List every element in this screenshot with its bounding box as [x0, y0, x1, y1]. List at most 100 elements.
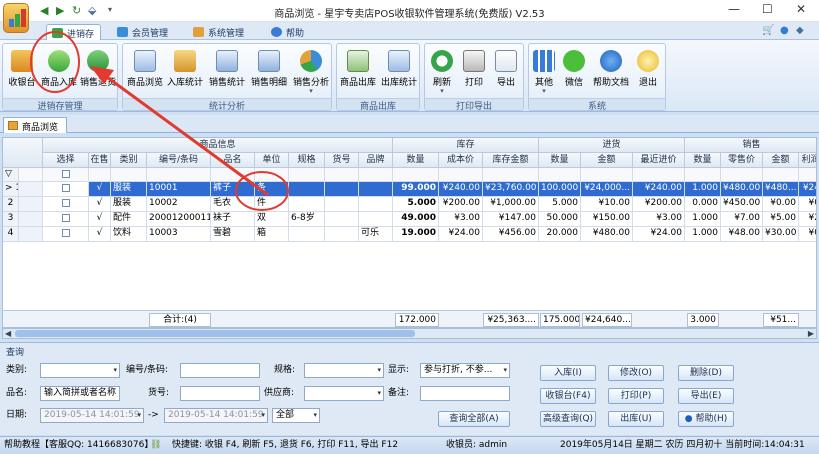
filter-cell[interactable] [255, 168, 289, 182]
date-from-input[interactable]: 2019-05-14 14:01:59 ▾ [40, 408, 144, 423]
minimize-icon[interactable]: — [728, 2, 740, 16]
column-header-stock-qty[interactable]: 数量 [393, 153, 439, 168]
edit-button[interactable]: 修改(O) [608, 365, 664, 381]
column-header-spec[interactable]: 规格 [289, 153, 325, 168]
filter-cell[interactable] [359, 168, 393, 182]
help-doc-button[interactable]: 帮助文档 [591, 47, 631, 97]
filter-cell[interactable] [43, 168, 89, 182]
horizontal-scrollbar[interactable]: ◀ ▶ [2, 328, 817, 339]
column-header-cost[interactable]: 成本价 [439, 153, 483, 168]
scroll-thumb[interactable] [15, 330, 415, 337]
column-header-in-amount[interactable]: 金额 [581, 153, 633, 168]
filter-cell[interactable] [633, 168, 685, 182]
column-header-on-sale[interactable]: 在售 [89, 153, 111, 168]
stock-in-button[interactable]: 商品入库 [39, 47, 79, 97]
filter-cell[interactable] [721, 168, 763, 182]
cashier-button[interactable]: 收银台 [5, 47, 39, 97]
print-button[interactable]: 打印 [459, 47, 489, 97]
column-header-stock-amount[interactable]: 库存金额 [483, 153, 539, 168]
code-input[interactable] [180, 363, 260, 378]
stock-in-action-button[interactable]: 入库(I) [540, 365, 596, 381]
sales-stats-button[interactable]: 销售统计 [207, 47, 247, 97]
help-circle-icon[interactable]: ● [780, 25, 789, 36]
row-select-checkbox-cell[interactable] [43, 212, 89, 227]
column-header-select[interactable]: 选择 [43, 153, 89, 168]
row-checkbox[interactable] [61, 198, 70, 207]
column-header-retail[interactable]: 零售价 [721, 153, 763, 168]
column-header-profit[interactable]: 利润 [799, 153, 816, 168]
filter-cell[interactable] [581, 168, 633, 182]
filter-cell[interactable] [799, 168, 816, 182]
filter-cell[interactable] [539, 168, 581, 182]
print-action-button[interactable]: 打印(P) [608, 388, 664, 404]
display-select[interactable]: 参与打折, 不参... ▾ [420, 363, 510, 378]
name-input[interactable]: 输入简拼或者名称 [40, 386, 120, 401]
doc-tab-product-browse[interactable]: 商品浏览 [3, 117, 68, 133]
filter-cell[interactable] [393, 168, 439, 182]
item-no-input[interactable] [180, 386, 260, 401]
column-header-sale-amount[interactable]: 金额 [763, 153, 799, 168]
row-checkbox[interactable] [61, 228, 70, 237]
product-browse-button[interactable]: 商品浏览 [127, 47, 163, 97]
tab-system[interactable]: 系统管理 [188, 24, 250, 40]
column-header-brand[interactable]: 品牌 [359, 153, 393, 168]
column-header-unit[interactable]: 单位 [255, 153, 289, 168]
refresh-button[interactable]: 刷新 ▾ [427, 47, 457, 97]
filter-cell[interactable] [147, 168, 211, 182]
scroll-left-icon[interactable]: ◀ [5, 329, 11, 338]
query-all-button[interactable]: 查询全部(A) [438, 411, 510, 427]
filter-cell[interactable] [289, 168, 325, 182]
scroll-right-icon[interactable]: ▶ [808, 329, 814, 338]
sales-detail-button[interactable]: 销售明细 [249, 47, 289, 97]
column-header-category[interactable]: 类别 [111, 153, 147, 168]
date-scope-select[interactable]: 全部 ▾ [272, 408, 320, 423]
maximize-icon[interactable]: ☐ [762, 2, 773, 16]
filter-cell[interactable] [763, 168, 799, 182]
column-header-sale-qty[interactable]: 数量 [685, 153, 721, 168]
remark-input[interactable] [420, 386, 510, 401]
advanced-query-button[interactable]: 高级查询(Q) [540, 411, 596, 427]
close-icon[interactable]: ✕ [796, 2, 806, 16]
exit-button[interactable]: 退出 [633, 47, 663, 97]
supplier-select[interactable]: ▾ [304, 386, 384, 401]
sales-analysis-button[interactable]: 销售分析 ▾ [291, 47, 331, 97]
filter-cell[interactable] [439, 168, 483, 182]
row-select-checkbox-cell[interactable] [43, 197, 89, 212]
app-logo-icon[interactable] [3, 3, 29, 33]
row-checkbox[interactable] [61, 183, 70, 192]
stock-out-stats-button[interactable]: 出库统计 [379, 47, 419, 97]
cart-icon[interactable]: 🛒 [762, 25, 774, 36]
row-select-checkbox-cell[interactable] [43, 182, 89, 197]
column-header-code[interactable]: 编号/条码 [147, 153, 211, 168]
status-help[interactable]: 帮助教程【客服QQ: 1416683076】 [4, 437, 153, 454]
select-all-checkbox[interactable] [61, 169, 70, 178]
sales-return-button[interactable]: 销售退货 [79, 47, 117, 97]
stock-out-button[interactable]: 商品出库 [339, 47, 377, 97]
stock-in-stats-button[interactable]: 入库统计 [165, 47, 205, 97]
tab-inventory[interactable]: 进销存 [46, 24, 102, 40]
theme-icon[interactable]: ◆ [796, 25, 804, 36]
wechat-button[interactable]: 微信 [559, 47, 589, 97]
date-to-input[interactable]: 2019-05-14 14:01:59 ▾ [164, 408, 268, 423]
filter-cell[interactable] [211, 168, 255, 182]
delete-button[interactable]: 删除(D) [678, 365, 734, 381]
tab-help[interactable]: 帮助 [266, 24, 310, 40]
spec-select[interactable]: ▾ [304, 363, 384, 378]
filter-cell[interactable] [111, 168, 147, 182]
filter-cell[interactable] [483, 168, 539, 182]
column-header-in-qty[interactable]: 数量 [539, 153, 581, 168]
column-header-item-no[interactable]: 货号 [325, 153, 359, 168]
stock-out-action-button[interactable]: 出库(U) [608, 411, 664, 427]
column-header-last-price[interactable]: 最近进价 [633, 153, 685, 168]
category-select[interactable]: ▾ [40, 363, 120, 378]
tab-members[interactable]: 会员管理 [112, 24, 174, 40]
filter-cell[interactable] [325, 168, 359, 182]
filter-cell[interactable] [89, 168, 111, 182]
export-button[interactable]: 导出 [491, 47, 521, 97]
row-select-checkbox-cell[interactable] [43, 227, 89, 242]
export-action-button[interactable]: 导出(E) [678, 388, 734, 404]
row-checkbox[interactable] [61, 213, 70, 222]
filter-cell[interactable] [685, 168, 721, 182]
help-action-button[interactable]: ● 帮助(H) [678, 411, 734, 427]
column-header-name[interactable]: 品名 [211, 153, 255, 168]
